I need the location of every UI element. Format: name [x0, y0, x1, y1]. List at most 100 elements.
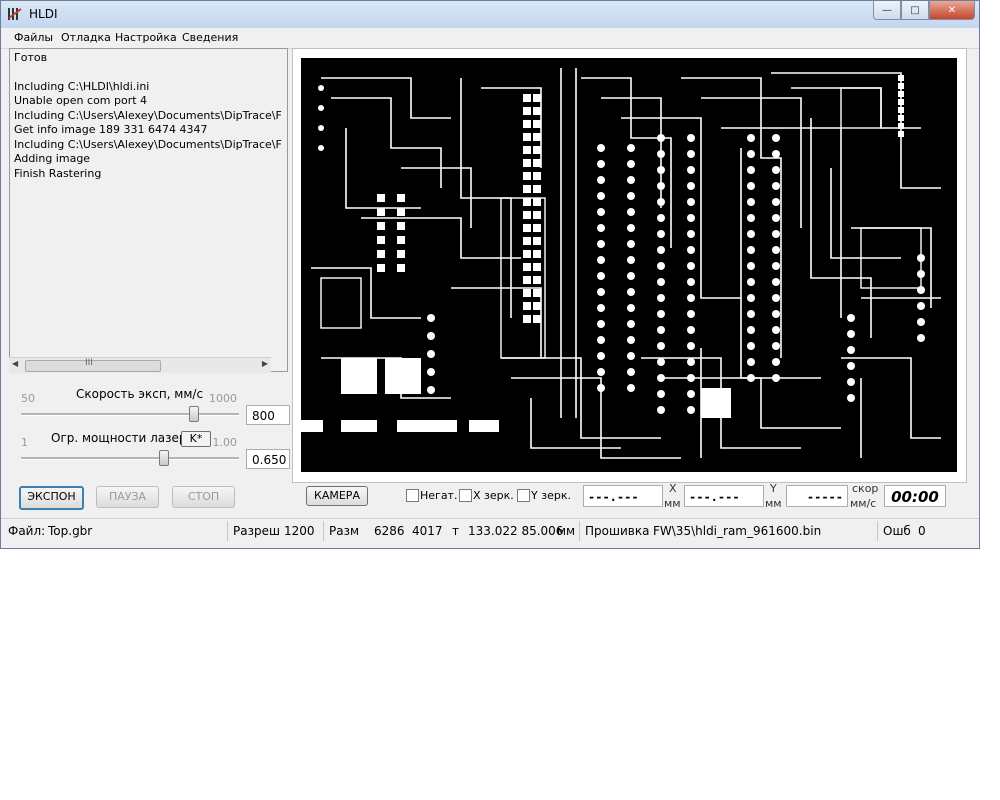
- menu-files[interactable]: Файлы: [14, 31, 53, 44]
- speed-min: 50: [21, 392, 35, 405]
- pcb-pad: [898, 75, 904, 81]
- camera-button[interactable]: КАМЕРА: [306, 486, 368, 506]
- pcb-pad: [898, 99, 904, 105]
- pcb-pad: [657, 310, 665, 318]
- pcb-pad: [427, 332, 435, 340]
- maximize-button[interactable]: □: [901, 1, 929, 20]
- pcb-pad: [687, 310, 695, 318]
- pcb-pad: [627, 240, 635, 248]
- pcb-pad: [377, 208, 385, 216]
- resolution-value: 1200: [284, 524, 315, 538]
- pcb-pad: [597, 336, 605, 344]
- speed-slider-track[interactable]: [21, 413, 239, 416]
- speed-value-field[interactable]: 800: [246, 405, 290, 425]
- pcb-pad: [917, 286, 925, 294]
- y-mirror-checkbox[interactable]: [517, 489, 530, 502]
- pcb-pad: [597, 304, 605, 312]
- power-slider-track[interactable]: [21, 457, 239, 460]
- pcb-pad: [747, 150, 755, 158]
- x-mirror-checkbox[interactable]: [459, 489, 472, 502]
- scroll-thumb[interactable]: III: [25, 358, 161, 372]
- log-line: Adding image: [14, 152, 91, 165]
- expose-button[interactable]: ЭКСПОН: [19, 486, 84, 510]
- menu-settings[interactable]: Настройка: [115, 31, 177, 44]
- log-panel[interactable]: Готов Including C:\HLDI\hldi.ini Unable …: [9, 48, 288, 372]
- pcb-pad: [687, 214, 695, 222]
- y-mirror-label: Y зерк.: [531, 489, 571, 502]
- size-t-label: т: [452, 524, 459, 538]
- power-min: 1: [21, 436, 28, 449]
- timer-display: 00:00: [884, 485, 946, 507]
- pcb-pad: [657, 214, 665, 222]
- scroll-right-icon[interactable]: ▶: [262, 359, 268, 368]
- pcb-pad: [687, 326, 695, 334]
- pcb-pad: [898, 91, 904, 97]
- pcb-pad: [377, 250, 385, 258]
- pcb-pad: [627, 336, 635, 344]
- scroll-left-icon[interactable]: ◀: [12, 359, 18, 368]
- speed-readout-unit: мм/с: [850, 497, 877, 510]
- pcb-pad: [657, 358, 665, 366]
- pcb-pad: [772, 150, 780, 158]
- pcb-pad: [377, 194, 385, 202]
- pcb-pad: [377, 222, 385, 230]
- pcb-pad: [627, 352, 635, 360]
- pcb-pad: [747, 262, 755, 270]
- pcb-pad: [533, 120, 541, 128]
- pcb-pad: [747, 182, 755, 190]
- power-slider-thumb[interactable]: [158, 450, 169, 466]
- pcb-pad: [533, 302, 541, 310]
- pcb-pad: [523, 133, 531, 141]
- pcb-pad: [898, 107, 904, 113]
- pcb-pad: [397, 222, 405, 230]
- title-bar[interactable]: HLDI — □ ✕: [1, 1, 979, 28]
- pcb-pad: [747, 278, 755, 286]
- pause-button[interactable]: ПАУЗА: [96, 486, 159, 508]
- menu-info[interactable]: Сведения: [182, 31, 238, 44]
- pcb-pad: [917, 318, 925, 326]
- stop-button[interactable]: СТОП: [172, 486, 235, 508]
- menu-debug[interactable]: Отладка: [61, 31, 111, 44]
- pcb-pad: [533, 276, 541, 284]
- pcb-pad: [747, 358, 755, 366]
- pcb-preview-image[interactable]: [301, 58, 957, 472]
- pcb-pad: [533, 289, 541, 297]
- pcb-pad: [917, 270, 925, 278]
- pcb-pad: [397, 236, 405, 244]
- pcb-pad: [657, 342, 665, 350]
- resolution-label: Разреш: [233, 524, 280, 538]
- log-line: Including C:\HLDI\hldi.ini: [14, 80, 150, 93]
- pcb-pad: [772, 278, 780, 286]
- pcb-pad: [533, 250, 541, 258]
- pcb-pad: [687, 390, 695, 398]
- pcb-pad: [657, 406, 665, 414]
- power-value-field[interactable]: 0.650: [246, 449, 290, 469]
- k-coefficient-button[interactable]: K*: [181, 431, 211, 447]
- pcb-pad: [687, 342, 695, 350]
- pcb-pad: [747, 230, 755, 238]
- pcb-pad: [747, 246, 755, 254]
- speed-max: 1000: [209, 392, 237, 405]
- pcb-pad: [533, 146, 541, 154]
- window-title: HLDI: [29, 7, 58, 21]
- pcb-pad: [772, 358, 780, 366]
- pcb-pad: [627, 384, 635, 392]
- pcb-pad: [533, 237, 541, 245]
- pcb-pad: [687, 374, 695, 382]
- log-scrollbar[interactable]: ◀ III ▶: [9, 357, 271, 373]
- speed-readout: -----: [786, 485, 848, 507]
- speed-slider-thumb[interactable]: [189, 406, 200, 422]
- close-button[interactable]: ✕: [929, 1, 975, 20]
- pcb-pad: [627, 256, 635, 264]
- size-label: Разм: [329, 524, 360, 538]
- minimize-button[interactable]: —: [873, 1, 901, 20]
- pcb-pad: [397, 264, 405, 272]
- log-line: Finish Rastering: [14, 167, 102, 180]
- pcb-pad: [747, 198, 755, 206]
- size-width: 6286: [374, 524, 405, 538]
- pcb-pad: [687, 198, 695, 206]
- pcb-pad: [657, 246, 665, 254]
- pcb-pad: [627, 320, 635, 328]
- negative-checkbox[interactable]: [406, 489, 419, 502]
- pcb-pad: [523, 198, 531, 206]
